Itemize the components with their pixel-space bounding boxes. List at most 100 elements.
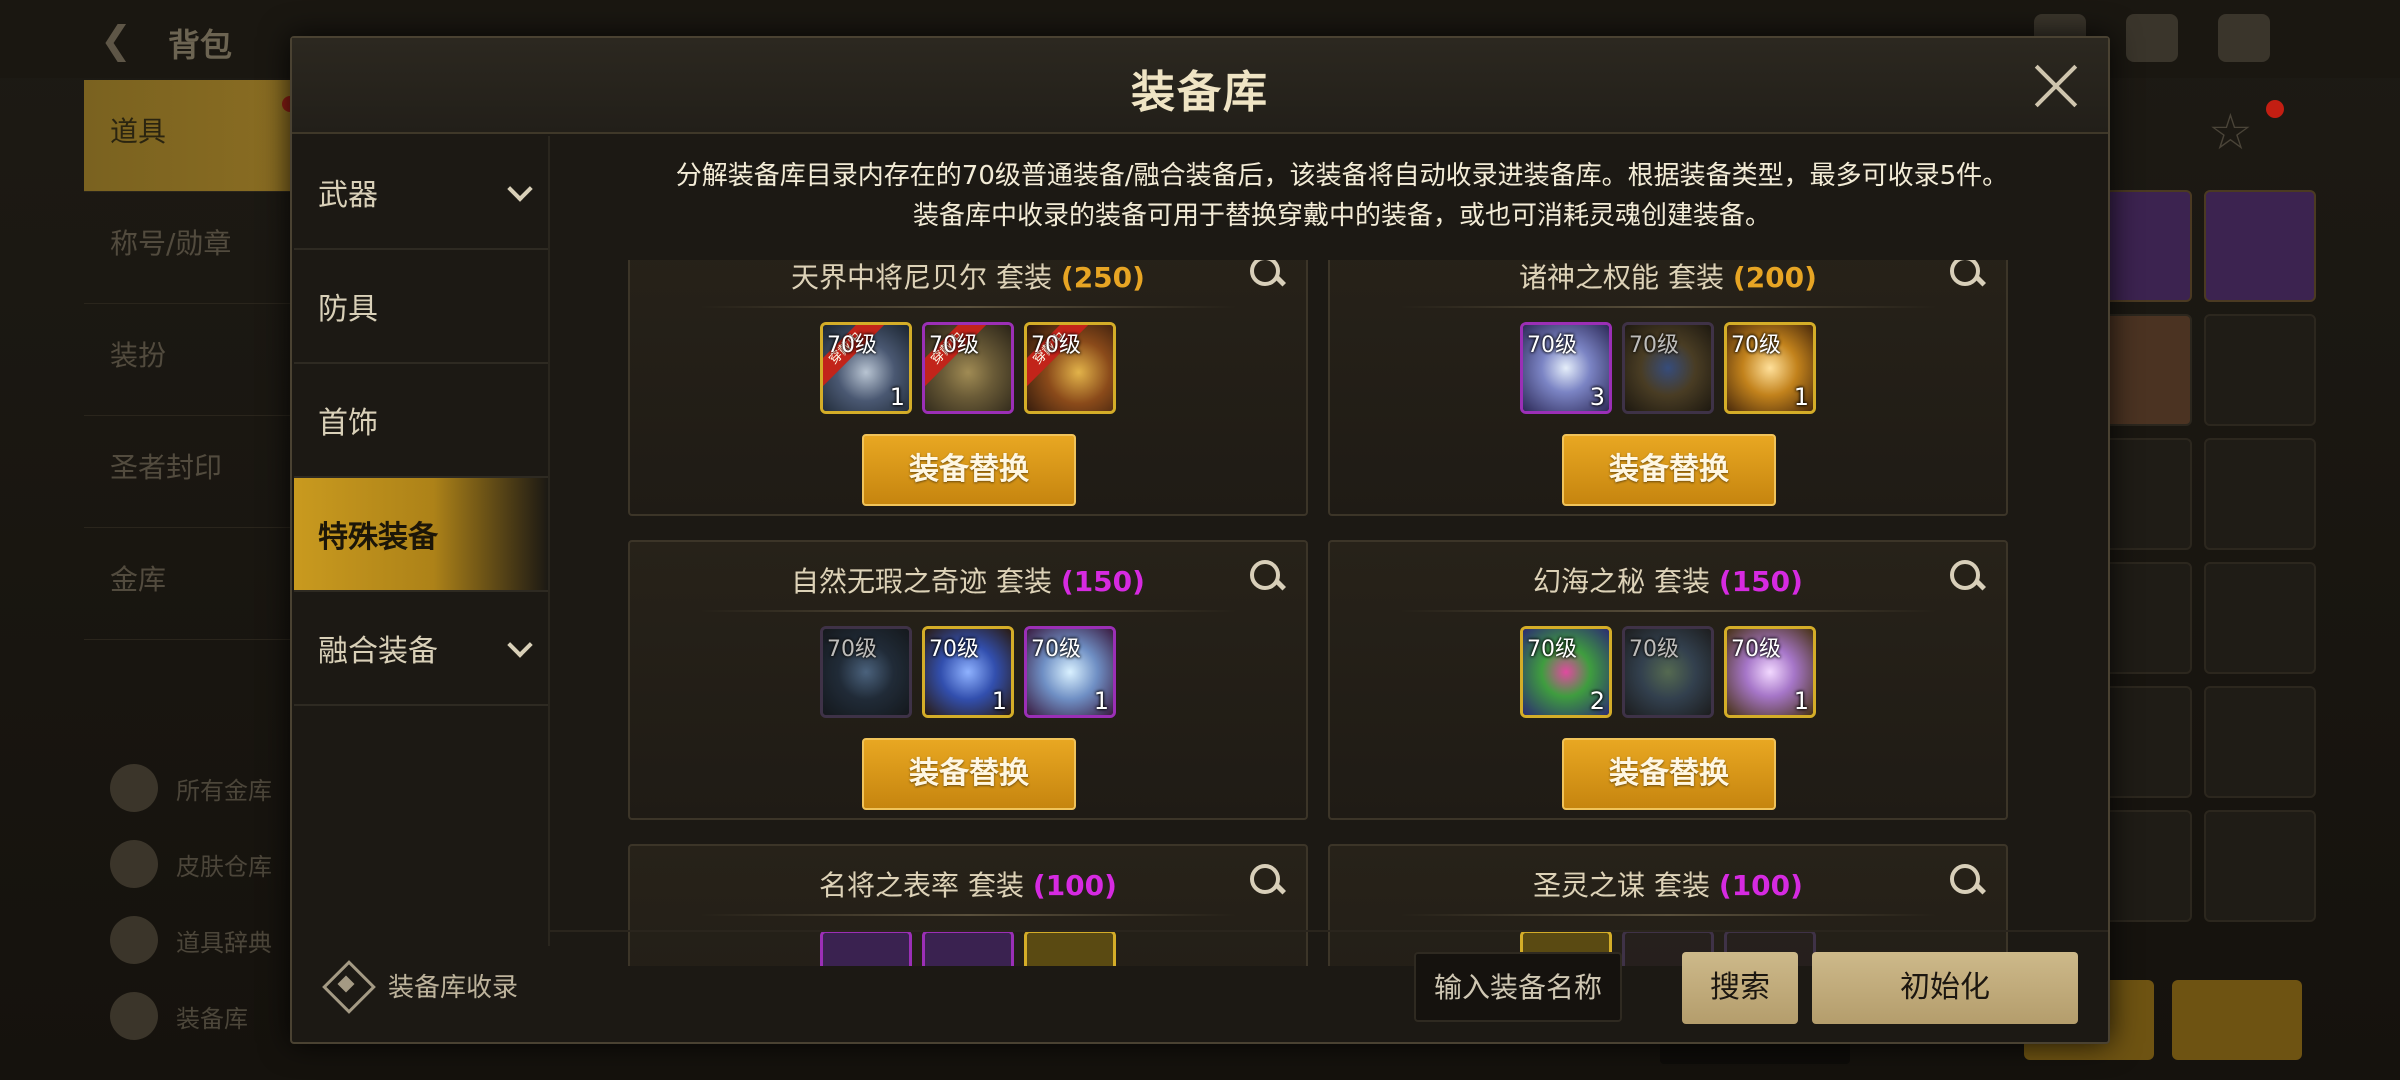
menu-item-fusion-equipment[interactable]: 融合装备: [294, 592, 548, 706]
mail-icon[interactable]: [2126, 14, 2178, 62]
set-label: 套装: [1653, 565, 1710, 598]
swap-equipment-button[interactable]: 装备替换: [1562, 738, 1776, 810]
card-divider: [700, 306, 1236, 308]
set-name: 幻海之秘: [1533, 565, 1646, 598]
card-divider: [1400, 306, 1936, 308]
menu-item-accessory[interactable]: 首饰: [294, 364, 548, 478]
item-slot[interactable]: 70级 2: [1520, 626, 1612, 718]
collection-icon: [320, 958, 374, 1012]
set-title: 诸神之权能 套装 (200): [1330, 260, 2006, 296]
set-title: 圣灵之谋 套装 (100): [1330, 864, 2006, 904]
bg-sidebar2-item: 道具辞典: [110, 902, 300, 978]
item-level: 70级: [1629, 333, 1679, 358]
item-slot[interactable]: 70级 1: [1024, 626, 1116, 718]
background-sidebar: 道具 称号/勋章 装扮 圣者封印 金库: [84, 80, 294, 640]
bg-sidebar-item: 称号/勋章: [84, 192, 294, 304]
item-slot[interactable]: 70级 1: [1724, 626, 1816, 718]
item-slot[interactable]: 70级: [1622, 322, 1714, 414]
collection-label: 装备库收录: [388, 972, 519, 1003]
category-menu: 武器 防具 首饰 特殊装备 融合装备: [294, 136, 548, 706]
menu-divider: [548, 136, 550, 946]
set-name: 诸神之权能: [1519, 261, 1660, 294]
menu-item-armor[interactable]: 防具: [294, 250, 548, 364]
set-card: 自然无瑕之奇迹 套装 (150) 70级 70级 1 70级 1 装备替换: [628, 540, 1308, 820]
equipment-search-input[interactable]: [1414, 952, 1622, 1022]
notification-dot: [2266, 100, 2284, 118]
set-score: (200): [1732, 261, 1817, 294]
item-level: 70级: [1731, 333, 1781, 358]
item-slot[interactable]: 70级 1: [922, 626, 1014, 718]
card-divider: [1400, 610, 1936, 612]
set-title: 天界中将尼贝尔 套装 (250): [630, 260, 1306, 296]
vault-icon: [110, 764, 158, 812]
item-count: 1: [1793, 687, 1809, 715]
magnifier-icon[interactable]: [1248, 260, 1288, 294]
item-level: 70级: [929, 637, 979, 662]
set-card: 名将之表率 套装 (100): [628, 844, 1308, 966]
reset-button[interactable]: 初始化: [1812, 952, 2078, 1024]
background-title: 背包: [168, 26, 233, 64]
swap-equipment-button[interactable]: 装备替换: [1562, 434, 1776, 506]
set-label: 套装: [967, 869, 1024, 902]
modal-title: 装备库: [1131, 67, 1269, 118]
set-score: (150): [1718, 565, 1803, 598]
description: 分解装备库目录内存在的70级普通装备/融合装备后，该装备将自动收录进装备库。根据…: [592, 156, 2092, 236]
item-level: 70级: [929, 333, 979, 358]
close-icon[interactable]: [2032, 62, 2080, 110]
description-line: 分解装备库目录内存在的70级普通装备/融合装备后，该装备将自动收录进装备库。根据…: [675, 161, 2009, 191]
slot-row: [630, 930, 1306, 966]
card-divider: [700, 914, 1236, 916]
bg-sidebar-item: 装扮: [84, 304, 294, 416]
bg-sidebar-item: 道具: [84, 80, 294, 192]
item-level: 70级: [1031, 333, 1081, 358]
equipment-set-list[interactable]: 天界中将尼贝尔 套装 (250) 穿戴中 70级 1 穿戴中 70级 穿戴中 7…: [628, 260, 2018, 966]
collection-record-button[interactable]: 装备库收录: [320, 958, 518, 1012]
item-slot[interactable]: 穿戴中 70级 1: [820, 322, 912, 414]
item-slot[interactable]: 穿戴中 70级: [1024, 322, 1116, 414]
item-slot[interactable]: [922, 930, 1014, 966]
item-slot[interactable]: 70级: [820, 626, 912, 718]
equipment-icon: [110, 992, 158, 1040]
card-divider: [700, 610, 1236, 612]
set-card: 诸神之权能 套装 (200) 70级 3 70级 70级 1 装备替换: [1328, 260, 2008, 516]
item-slot[interactable]: 70级 1: [1724, 322, 1816, 414]
item-slot[interactable]: 穿戴中 70级: [922, 322, 1014, 414]
dictionary-icon: [110, 916, 158, 964]
item-slot[interactable]: 70级: [1622, 626, 1714, 718]
magnifier-icon[interactable]: [1948, 260, 1988, 294]
chevron-down-icon: [508, 180, 530, 202]
item-slot[interactable]: 70级 3: [1520, 322, 1612, 414]
set-label: 套装: [1667, 261, 1724, 294]
slot-row: 70级 2 70级 70级 1: [1330, 626, 2006, 718]
menu-item-label: 融合装备: [318, 634, 438, 669]
swap-equipment-button[interactable]: 装备替换: [862, 434, 1076, 506]
search-button[interactable]: 搜索: [1682, 952, 1798, 1024]
menu-item-special-equipment[interactable]: 特殊装备: [294, 478, 548, 592]
background-sidebar-secondary: 所有金库 皮肤仓库 道具辞典 装备库: [110, 750, 300, 1054]
swap-equipment-button[interactable]: 装备替换: [862, 738, 1076, 810]
magnifier-icon[interactable]: [1948, 862, 1988, 902]
item-level: 70级: [1731, 637, 1781, 662]
item-slot[interactable]: [820, 930, 912, 966]
item-slot[interactable]: [1024, 930, 1116, 966]
magnifier-icon[interactable]: [1248, 558, 1288, 598]
bg-sidebar-item: 金库: [84, 528, 294, 640]
set-label: 套装: [1653, 869, 1710, 902]
magnifier-icon[interactable]: [1948, 558, 1988, 598]
footer-divider: [550, 930, 2108, 932]
item-count: 1: [991, 687, 1007, 715]
magnifier-icon[interactable]: [1248, 862, 1288, 902]
set-name: 圣灵之谋: [1533, 869, 1646, 902]
chat-icon[interactable]: [2218, 14, 2270, 62]
set-card: 天界中将尼贝尔 套装 (250) 穿戴中 70级 1 穿戴中 70级 穿戴中 7…: [628, 260, 1308, 516]
bg-sidebar2-item: 皮肤仓库: [110, 826, 300, 902]
set-name: 自然无瑕之奇迹: [791, 565, 988, 598]
back-arrow-icon[interactable]: ❮: [100, 18, 144, 62]
star-icon: ☆: [2208, 103, 2253, 161]
set-name: 名将之表率: [819, 869, 960, 902]
bg-sidebar-item: 圣者封印: [84, 416, 294, 528]
set-title: 名将之表率 套装 (100): [630, 864, 1306, 904]
menu-item-weapon[interactable]: 武器: [294, 136, 548, 250]
bg-sidebar2-item: 装备库: [110, 978, 300, 1054]
item-level: 70级: [1527, 637, 1577, 662]
